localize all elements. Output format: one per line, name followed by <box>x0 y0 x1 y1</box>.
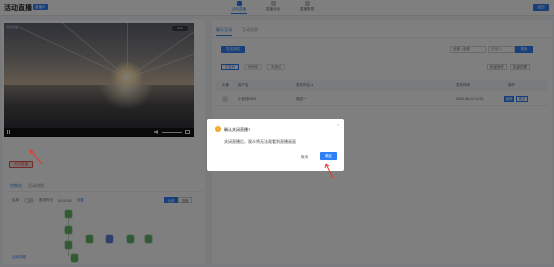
annotation-arrows <box>29 149 334 179</box>
annotation-arrow-right <box>325 163 334 179</box>
annotation-arrow-left <box>29 149 43 165</box>
